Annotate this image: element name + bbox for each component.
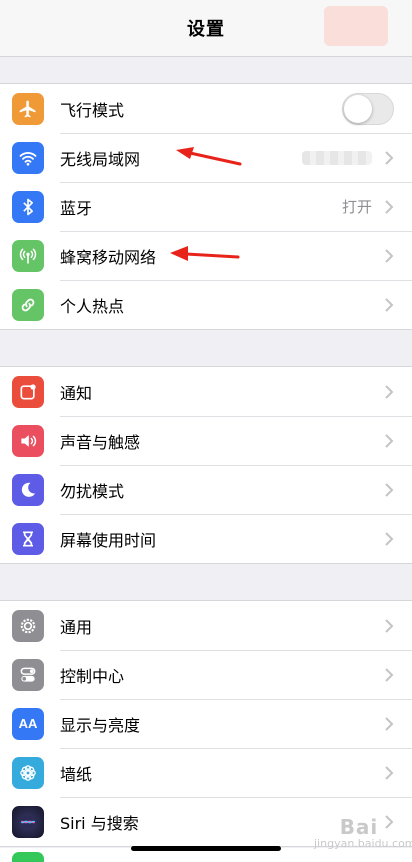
chevron-right-icon [385,433,394,448]
settings-row-airplane-mode[interactable]: 飞行模式 [0,84,412,133]
flower-icon [12,756,44,789]
text-size-icon: AA [12,707,44,740]
settings-row-label: 勿扰模式 [60,481,125,501]
settings-row-general[interactable]: 通用 [0,601,412,650]
speaker-icon [12,424,44,457]
settings-row-control-center[interactable]: 控制中心 [0,650,412,699]
settings-row-display-brightness[interactable]: AA 显示与亮度 [0,699,412,748]
airplane-mode-toggle[interactable] [342,92,394,125]
settings-row-label: 显示与亮度 [60,715,141,735]
airplane-icon [12,92,44,125]
settings-row-wallpaper[interactable]: 墙纸 [0,748,412,797]
settings-row-label: 通用 [60,617,93,637]
bluetooth-status-value: 打开 [341,198,372,216]
toggle-knob [344,94,372,123]
settings-row-notifications[interactable]: 通知 [0,367,412,416]
settings-row-label: 蓝牙 [60,198,93,218]
settings-row-do-not-disturb[interactable]: 勿扰模式 [0,465,412,514]
watermark-url: jingyan.baidu.com [314,837,412,850]
settings-group-general: 通用 控制中心 AA 显示与亮度 墙纸 Siri 与搜索 [0,600,412,847]
chevron-right-icon [385,297,394,312]
notification-icon [12,375,44,408]
settings-row-screen-time[interactable]: 屏幕使用时间 [0,514,412,563]
chevron-right-icon [385,531,394,546]
chevron-right-icon [385,618,394,633]
chevron-right-icon [385,384,394,399]
settings-row-label: 控制中心 [60,666,125,686]
text-size-glyph: AA [18,716,38,731]
watermark-logo-text: Bai [339,815,379,839]
control-toggles-icon [12,658,44,691]
settings-row-bluetooth[interactable]: 蓝牙 打开 [0,182,412,231]
watermark: Bai jingyan.baidu.com [314,815,412,850]
hotspot-link-icon [12,288,44,321]
settings-group-notifications: 通知 声音与触感 勿扰模式 屏幕使用时间 [0,366,412,564]
chevron-right-icon [385,482,394,497]
cellular-antenna-icon [12,239,44,272]
chevron-right-icon [385,765,394,780]
annotation-arrow-wifi [176,147,242,166]
wifi-icon [12,141,44,174]
annotation-arrow-cellular [170,246,240,261]
settings-row-label: 通知 [60,383,93,403]
settings-row-personal-hotspot[interactable]: 个人热点 [0,280,412,329]
wifi-network-name-blurred [302,150,372,165]
settings-row-label: 墙纸 [60,764,93,784]
redacted-area [324,6,388,46]
settings-row-label: 个人热点 [60,296,125,316]
page-title: 设置 [187,19,225,40]
settings-row-label: 屏幕使用时间 [60,530,157,550]
moon-icon [12,473,44,506]
chevron-right-icon [385,150,394,165]
settings-row-label: 声音与触感 [60,432,141,452]
settings-row-sounds-haptics[interactable]: 声音与触感 [0,416,412,465]
chevron-right-icon [385,667,394,682]
chevron-right-icon [385,248,394,263]
home-indicator[interactable] [131,846,281,851]
gear-icon [12,609,44,642]
partial-row-icon [12,852,44,862]
settings-row-label: 飞行模式 [60,100,125,120]
bluetooth-icon [12,190,44,223]
settings-group-connectivity: 飞行模式 无线局域网 蓝牙 打开 蜂窝移动网络 个人热点 [0,83,412,330]
chevron-right-icon [385,716,394,731]
hourglass-icon [12,522,44,555]
siri-icon [12,805,44,838]
chevron-right-icon [385,199,394,214]
